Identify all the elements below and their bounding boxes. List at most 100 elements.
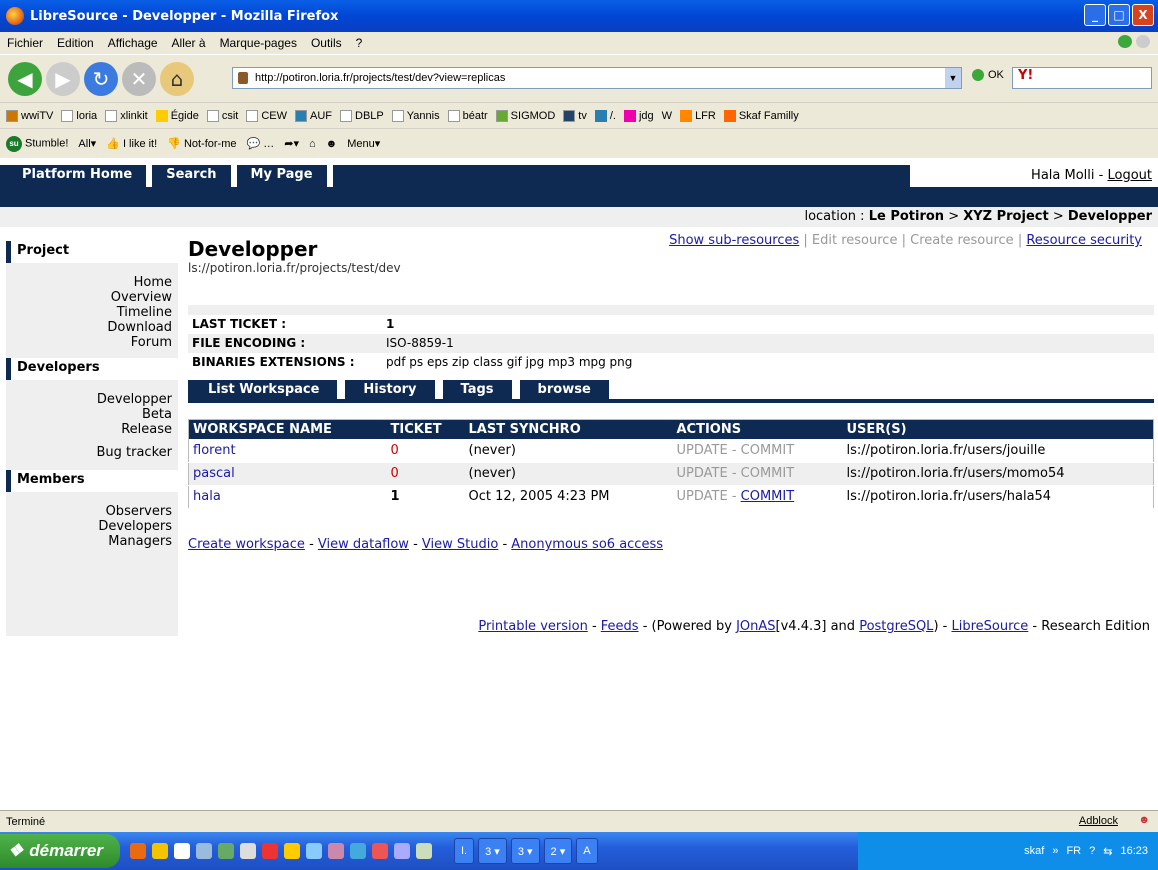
- menu-help[interactable]: ?: [349, 36, 370, 50]
- commit-action[interactable]: COMMIT: [741, 443, 795, 458]
- skype-icon[interactable]: [262, 843, 278, 859]
- bookmark-item[interactable]: jdg: [623, 109, 654, 122]
- libresource-link[interactable]: LibreSource: [951, 619, 1028, 634]
- resource-security-link[interactable]: Resource security: [1026, 233, 1142, 248]
- tab-tags[interactable]: Tags: [442, 380, 512, 399]
- user-icon[interactable]: ☻: [326, 138, 338, 150]
- workspace-name-link[interactable]: pascal: [193, 466, 235, 481]
- app-icon[interactable]: [218, 843, 234, 859]
- edit-resource-link[interactable]: Edit resource: [812, 233, 898, 248]
- taskbar-item[interactable]: I.: [454, 838, 475, 864]
- like-button[interactable]: 👍 I like it!: [106, 137, 157, 150]
- not-for-me-button[interactable]: 👎 Not-for-me: [167, 137, 236, 150]
- bookmark-item[interactable]: Skaf Familly: [723, 109, 799, 122]
- sidebar-item-home[interactable]: Home: [6, 275, 172, 290]
- app-icon[interactable]: [196, 843, 212, 859]
- update-action[interactable]: UPDATE: [677, 489, 728, 504]
- forward-icon[interactable]: ▶: [46, 61, 80, 96]
- back-icon[interactable]: ◀: [8, 61, 42, 96]
- menu-outils[interactable]: Outils: [304, 36, 349, 50]
- home-icon[interactable]: ⌂: [160, 61, 194, 96]
- adblock-link[interactable]: Adblock: [1079, 815, 1118, 827]
- network-icon[interactable]: ⇆: [1103, 845, 1112, 858]
- bookmark-item[interactable]: xlinkit: [105, 109, 148, 122]
- sidebar-item-developers[interactable]: Developers: [6, 519, 172, 534]
- bookmark-item[interactable]: /.: [594, 109, 616, 122]
- app-icon[interactable]: [306, 843, 322, 859]
- sidebar-item-developper[interactable]: Developper: [6, 392, 172, 407]
- go-button[interactable]: OK: [972, 69, 1004, 81]
- all-dropdown[interactable]: All▾: [78, 137, 96, 150]
- taskbar-item[interactable]: 3 ▾: [510, 838, 540, 864]
- bookmark-item[interactable]: CEW: [246, 109, 287, 122]
- bookmark-item[interactable]: AUF: [295, 109, 332, 122]
- sidebar-item-forum[interactable]: Forum: [6, 335, 172, 350]
- menu-affichage[interactable]: Affichage: [101, 36, 165, 50]
- menu-aller[interactable]: Aller à: [165, 36, 213, 50]
- sidebar-item-timeline[interactable]: Timeline: [6, 305, 172, 320]
- tab-list-workspace[interactable]: List Workspace: [188, 380, 338, 399]
- taskbar-item[interactable]: 3 ▾: [478, 838, 507, 864]
- bookmark-item[interactable]: béatr: [447, 109, 488, 122]
- update-action[interactable]: UPDATE: [677, 443, 728, 458]
- url-input[interactable]: http://potiron.loria.fr/projects/test/de…: [232, 67, 962, 89]
- share-icon[interactable]: ➦▾: [284, 137, 299, 150]
- commit-action[interactable]: COMMIT: [741, 489, 795, 504]
- view-studio-link[interactable]: View Studio: [422, 537, 498, 552]
- logout-link[interactable]: Logout: [1107, 168, 1152, 183]
- adblock-icon[interactable]: ☻: [1138, 814, 1150, 826]
- workspace-name-link[interactable]: hala: [193, 489, 221, 504]
- create-resource-link[interactable]: Create resource: [910, 233, 1014, 248]
- menu-marque-pages[interactable]: Marque-pages: [213, 36, 304, 50]
- breadcrumb-item[interactable]: XYZ Project: [963, 209, 1048, 224]
- update-action[interactable]: UPDATE: [677, 466, 728, 481]
- expand-icon[interactable]: »: [1052, 845, 1058, 857]
- show-sub-resources-link[interactable]: Show sub-resources: [669, 233, 799, 248]
- printable-link[interactable]: Printable version: [478, 619, 587, 634]
- commit-action[interactable]: COMMIT: [741, 466, 795, 481]
- create-workspace-link[interactable]: Create workspace: [188, 537, 305, 552]
- maximize-button[interactable]: □: [1108, 4, 1130, 26]
- bookmark-item[interactable]: tv: [563, 109, 587, 122]
- nav-my-page[interactable]: My Page: [236, 165, 333, 187]
- close-button[interactable]: X: [1132, 4, 1154, 26]
- breadcrumb-item[interactable]: Le Potiron: [869, 209, 944, 224]
- bookmark-item[interactable]: SIGMOD: [495, 109, 555, 122]
- app-icon[interactable]: [350, 843, 366, 859]
- sidebar-item-overview[interactable]: Overview: [6, 290, 172, 305]
- acrobat-icon[interactable]: [372, 843, 388, 859]
- stop-icon[interactable]: ✕: [122, 61, 156, 96]
- help-icon[interactable]: ?: [1089, 845, 1095, 857]
- sidebar-item-managers[interactable]: Managers: [6, 534, 172, 549]
- reload-icon[interactable]: ↻: [84, 61, 118, 96]
- bookmark-item[interactable]: csit: [206, 109, 238, 122]
- bookmark-item[interactable]: W: [662, 110, 672, 122]
- app-icon[interactable]: [394, 843, 410, 859]
- menu-fichier[interactable]: Fichier: [0, 36, 50, 50]
- bookmark-item[interactable]: loria: [61, 109, 97, 122]
- language-indicator[interactable]: FR: [1066, 845, 1081, 857]
- jonas-link[interactable]: JOnAS: [736, 619, 775, 634]
- nav-search[interactable]: Search: [152, 165, 237, 187]
- app-icon[interactable]: [174, 843, 190, 859]
- taskbar-item[interactable]: 2 ▾: [543, 838, 573, 864]
- stumble-button[interactable]: su Stumble!: [6, 135, 68, 152]
- minimize-button[interactable]: _: [1084, 4, 1106, 26]
- feeds-link[interactable]: Feeds: [601, 619, 639, 634]
- url-dropdown-icon[interactable]: ▼: [945, 68, 961, 88]
- firefox-icon[interactable]: [130, 843, 146, 859]
- sidebar-item-release[interactable]: Release: [6, 422, 172, 437]
- search-box[interactable]: Y!: [1012, 67, 1152, 89]
- sidebar-item-bug-tracker[interactable]: Bug tracker: [6, 445, 172, 460]
- taskbar-item[interactable]: A: [576, 838, 598, 864]
- bookmark-item[interactable]: wwiTV: [6, 109, 53, 122]
- view-dataflow-link[interactable]: View dataflow: [318, 537, 409, 552]
- bookmark-item[interactable]: LFR: [680, 109, 716, 122]
- comment-button[interactable]: 💬 …: [247, 137, 275, 150]
- bookmark-item[interactable]: Yannis: [391, 109, 440, 122]
- bookmark-item[interactable]: Égide: [155, 109, 199, 122]
- home-small-icon[interactable]: ⌂: [309, 138, 316, 150]
- sidebar-item-observers[interactable]: Observers: [6, 504, 172, 519]
- tab-browse[interactable]: browse: [519, 380, 609, 399]
- sidebar-item-beta[interactable]: Beta: [6, 407, 172, 422]
